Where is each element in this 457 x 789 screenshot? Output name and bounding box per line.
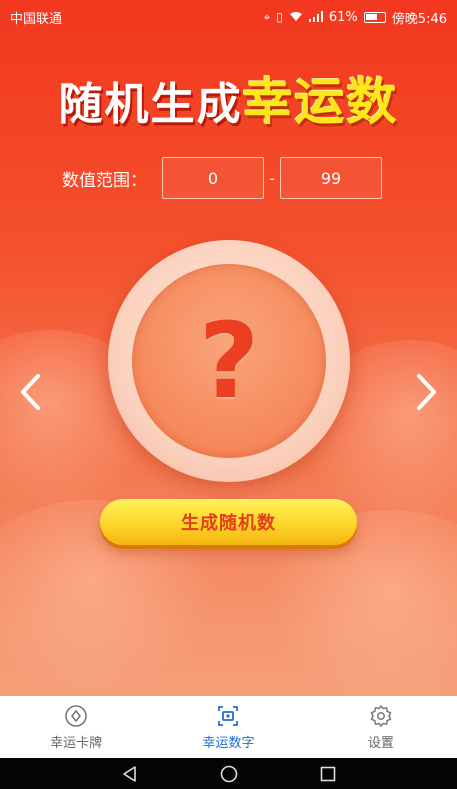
bottom-nav: 幸运卡牌 幸运数字 设置: [0, 696, 457, 758]
range-max-input[interactable]: [280, 157, 382, 199]
gear-icon: [370, 704, 392, 727]
signal-icon: [308, 10, 323, 24]
back-icon[interactable]: [120, 764, 140, 784]
chevron-left-icon: [21, 374, 40, 410]
page-title: 随机生成幸运数: [0, 62, 457, 134]
wifi-icon: [289, 11, 303, 24]
nav-label-lucky-number: 幸运数字: [202, 735, 255, 751]
card-icon: [65, 704, 87, 727]
nav-label-lucky-card: 幸运卡牌: [50, 735, 103, 751]
nav-label-settings: 设置: [367, 735, 394, 751]
title-part-white: 随机生成: [58, 79, 243, 130]
nav-item-lucky-number[interactable]: 幸运数字: [152, 696, 304, 758]
next-arrow-button[interactable]: [413, 372, 441, 412]
app-screen: 中国联通 ⌖ ▯ 61% 傍晚5:46 随机生成幸运数 数值范围： - ?: [0, 0, 457, 789]
generate-button[interactable]: 生成随机数: [100, 499, 357, 545]
clock-time: 傍晚5:46: [391, 11, 447, 27]
chevron-right-icon: [417, 374, 436, 410]
range-min-input[interactable]: [162, 157, 264, 199]
vibrate-icon: ▯: [276, 10, 283, 24]
location-icon: ⌖: [263, 10, 271, 24]
result-circle: ?: [132, 264, 326, 458]
nav-item-lucky-card[interactable]: 幸运卡牌: [0, 696, 152, 758]
range-label: 数值范围：: [62, 170, 147, 191]
status-bar: 中国联通 ⌖ ▯ 61% 傍晚5:46: [0, 0, 457, 34]
home-icon[interactable]: [219, 764, 239, 784]
battery-percent: 61%: [328, 9, 358, 25]
previous-arrow-button[interactable]: [16, 372, 44, 412]
battery-icon: [363, 11, 386, 23]
title-part-yellow: 幸运数: [242, 73, 399, 131]
range-row: 数值范围： -: [62, 156, 402, 200]
nav-item-settings[interactable]: 设置: [305, 696, 457, 758]
status-indicators: ⌖ ▯ 61% 傍晚5:46: [264, 8, 447, 27]
range-separator: -: [269, 168, 275, 188]
number-icon: [218, 705, 239, 726]
system-nav-bar: [0, 758, 457, 789]
recents-icon[interactable]: [318, 764, 338, 784]
carrier-label: 中国联通: [10, 11, 63, 27]
question-mark: ?: [198, 300, 260, 422]
